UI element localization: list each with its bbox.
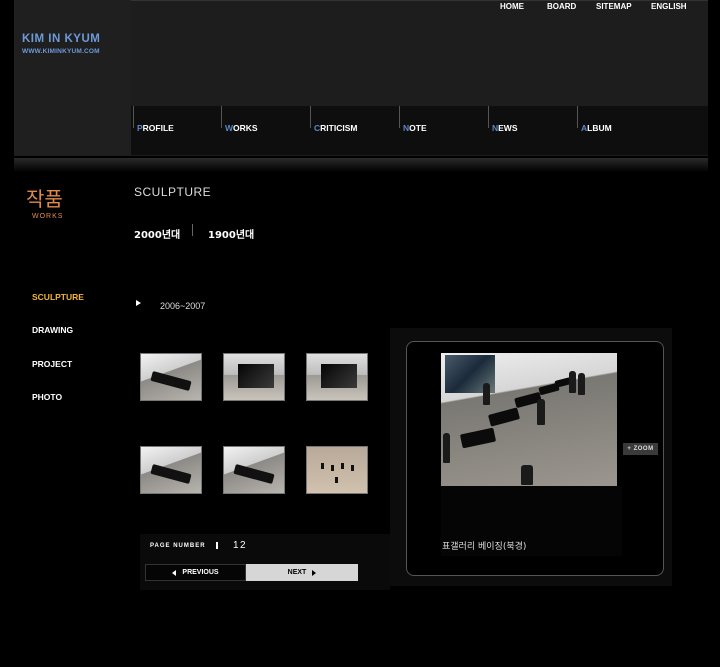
previous-button[interactable]: PREVIOUS (145, 564, 246, 581)
main-photo[interactable] (441, 353, 617, 486)
era-tab-2000s[interactable]: 2000년대 (134, 226, 180, 241)
site-url: WWW.KIMINKYUM.COM (22, 48, 100, 55)
page-number-label: PAGE NUMBER (150, 543, 206, 549)
nav-label: OTE (409, 123, 427, 133)
photo-sculpture (487, 407, 521, 427)
previous-button-label: PREVIOUS (182, 569, 219, 576)
nav-initial: W (225, 123, 234, 133)
nav-album[interactable]: ALBUM (577, 106, 665, 133)
photo-caption: 표갤러리 베이징(북경) (442, 542, 527, 552)
next-button[interactable]: NEXT (246, 564, 358, 581)
photo-visitor (537, 399, 545, 425)
play-triangle-icon (136, 300, 141, 306)
nav-criticism[interactable]: CRITICISM (310, 106, 398, 133)
header-shadow (14, 158, 708, 172)
era-tab-1900s[interactable]: 1900년대 (208, 226, 254, 241)
nav-label: ORKS (233, 123, 258, 133)
page-number-marker (216, 542, 218, 549)
page-title: SCULPTURE (134, 185, 212, 199)
util-link-board[interactable]: BOARD (547, 2, 576, 11)
sidebar-item-project[interactable]: PROJECT (32, 359, 72, 369)
thumbnail-4[interactable] (140, 446, 202, 494)
nav-profile[interactable]: PROFILE (133, 106, 221, 133)
section-title-korean: 작품 (26, 187, 63, 211)
photo-visitor (443, 433, 450, 463)
thumbnail-3[interactable] (306, 353, 368, 401)
thumbnail-6-art (321, 463, 354, 483)
thumbnail-2[interactable] (223, 353, 285, 401)
period-label: 2006~2007 (160, 301, 206, 311)
nav-news[interactable]: NEWS (488, 106, 576, 133)
next-button-label: NEXT (287, 569, 307, 576)
sidebar-item-photo[interactable]: PHOTO (32, 392, 62, 402)
photo-sculpture (459, 427, 497, 449)
thumbnail-1[interactable] (140, 353, 202, 401)
arrow-right-icon (312, 569, 317, 576)
nav-label: RITICISM (320, 123, 358, 133)
nav-works[interactable]: WORKS (221, 106, 309, 133)
util-link-english[interactable]: ENGLISH (651, 2, 687, 11)
util-link-sitemap[interactable]: SITEMAP (596, 2, 632, 11)
page-link-1[interactable]: 1 (233, 540, 239, 551)
page-link-2[interactable]: 2 (240, 540, 246, 551)
sidebar-item-sculpture[interactable]: SCULPTURE (32, 292, 84, 302)
photo-visitor (483, 383, 490, 405)
section-title-english: WORKS (32, 213, 64, 220)
arrow-left-icon (172, 569, 177, 576)
photo-visitor (569, 371, 576, 393)
thumbnail-6[interactable] (306, 446, 368, 494)
sidebar-item-drawing[interactable]: DRAWING (32, 325, 73, 335)
nav-note[interactable]: NOTE (399, 106, 487, 133)
thumbnail-5[interactable] (223, 446, 285, 494)
site-logo[interactable]: KIM IN KYUM (22, 33, 100, 45)
nav-label: ROFILE (142, 123, 174, 133)
zoom-button[interactable]: + ZOOM (623, 443, 658, 455)
nav-label: EWS (498, 123, 518, 133)
util-link-home[interactable]: HOME (500, 2, 524, 11)
photo-visitor (578, 373, 585, 395)
logo-panel (14, 0, 131, 155)
photo-visitor (521, 465, 533, 485)
era-divider (192, 224, 193, 236)
nav-label: LBUM (587, 123, 612, 133)
